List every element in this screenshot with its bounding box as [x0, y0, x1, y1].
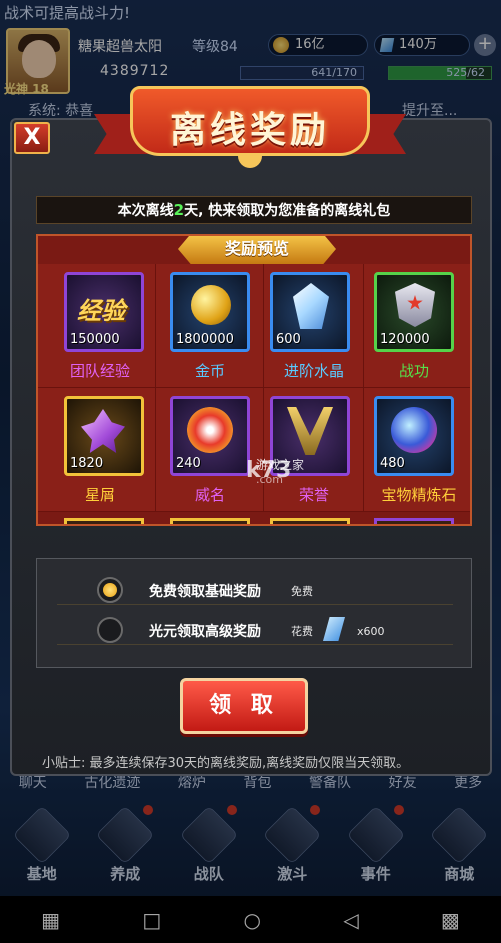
- radio-free[interactable]: [97, 577, 123, 603]
- option-cost-amount: x600: [357, 625, 385, 638]
- reward-name: 星屑: [84, 486, 115, 504]
- honor-art: [287, 407, 333, 455]
- title-ribbon: 离线奖励: [94, 80, 406, 168]
- notice-prefix: 本次离线: [117, 203, 174, 219]
- exp-art: 经验: [77, 297, 125, 325]
- reward-name: 战功: [398, 362, 429, 380]
- reward-peek: [64, 518, 144, 524]
- option-cost: 免费: [291, 585, 313, 598]
- medal-icon: 120000: [374, 272, 454, 352]
- crystal-art: [293, 283, 329, 329]
- reward-name: 金币: [194, 362, 225, 380]
- reward-cell[interactable]: 1800000 金币: [156, 264, 264, 388]
- reward-qty: 120000: [380, 332, 430, 347]
- fame-icon: 240: [170, 396, 250, 476]
- fame-art: [187, 407, 233, 453]
- notice-days: 2: [173, 201, 185, 219]
- exp-icon: 经验 150000: [64, 272, 144, 352]
- offline-notice: 本次离线2天, 快来领取为您准备的离线礼包: [36, 196, 472, 224]
- reward-cell[interactable]: 120000 战功: [364, 264, 470, 388]
- reward-cell[interactable]: 经验 150000 团队经验: [38, 264, 156, 388]
- stardust-icon: 1820: [64, 396, 144, 476]
- notice-suffix: 天, 快来领取为您准备的离线礼包: [184, 203, 391, 219]
- coin-art: [191, 285, 231, 325]
- radio-premium[interactable]: [97, 617, 123, 643]
- orb-art: [391, 407, 437, 453]
- close-button[interactable]: X: [14, 122, 50, 154]
- reward-qty: 240: [176, 456, 201, 471]
- option-free[interactable]: 免费领取基础奖励 免费: [57, 575, 453, 605]
- crystal-icon: 600: [270, 272, 350, 352]
- reward-name: 威名: [194, 486, 225, 504]
- dialog-title: 离线奖励: [169, 110, 330, 151]
- reward-peek: [270, 518, 350, 524]
- reward-cell[interactable]: 480 宝物精炼石: [364, 388, 470, 512]
- option-premium[interactable]: 光元领取高级奖励 花费 x600: [57, 615, 453, 645]
- reward-name: 进阶水晶: [283, 362, 344, 380]
- ribbon-main: 离线奖励: [130, 86, 370, 156]
- reward-qty: 1800000: [176, 332, 234, 347]
- reward-cell[interactable]: 600 进阶水晶: [264, 264, 364, 388]
- reward-qty: 150000: [70, 332, 120, 347]
- reward-name: 团队经验: [69, 362, 130, 380]
- reward-qty: 600: [276, 332, 301, 347]
- reward-qty: 1820: [70, 456, 104, 471]
- reward-peek: [170, 518, 250, 524]
- refine-stone-icon: 480: [374, 396, 454, 476]
- reward-qty: 480: [380, 456, 405, 471]
- gold-coin-icon: 1800000: [170, 272, 250, 352]
- preview-banner: 奖励预览: [178, 236, 336, 264]
- reward-cell[interactable]: 240 威名: [156, 388, 264, 512]
- shard-art: [81, 409, 125, 453]
- reward-cell[interactable]: 1820 星屑: [38, 388, 156, 512]
- reward-cell[interactable]: 荣誉: [264, 388, 364, 512]
- option-cost: 花费: [291, 625, 313, 638]
- reward-name: 宝物精炼石: [381, 486, 457, 504]
- claim-button[interactable]: 领 取: [180, 678, 308, 734]
- reward-peek: [374, 518, 454, 524]
- watermark-sub: 游戏之家: [256, 458, 305, 472]
- tip-text: 小贴士: 最多连续保存30天的离线奖励,离线奖励仅限当天领取。: [42, 756, 410, 771]
- claim-options: 免费领取基础奖励 免费 光元领取高级奖励 花费 x600: [36, 558, 472, 668]
- watermark-url: .com: [256, 473, 283, 486]
- option-label: 光元领取高级奖励: [149, 624, 261, 640]
- option-label: 免费领取基础奖励: [149, 584, 261, 600]
- gem-icon: [323, 617, 345, 641]
- reward-name: 荣誉: [298, 486, 329, 504]
